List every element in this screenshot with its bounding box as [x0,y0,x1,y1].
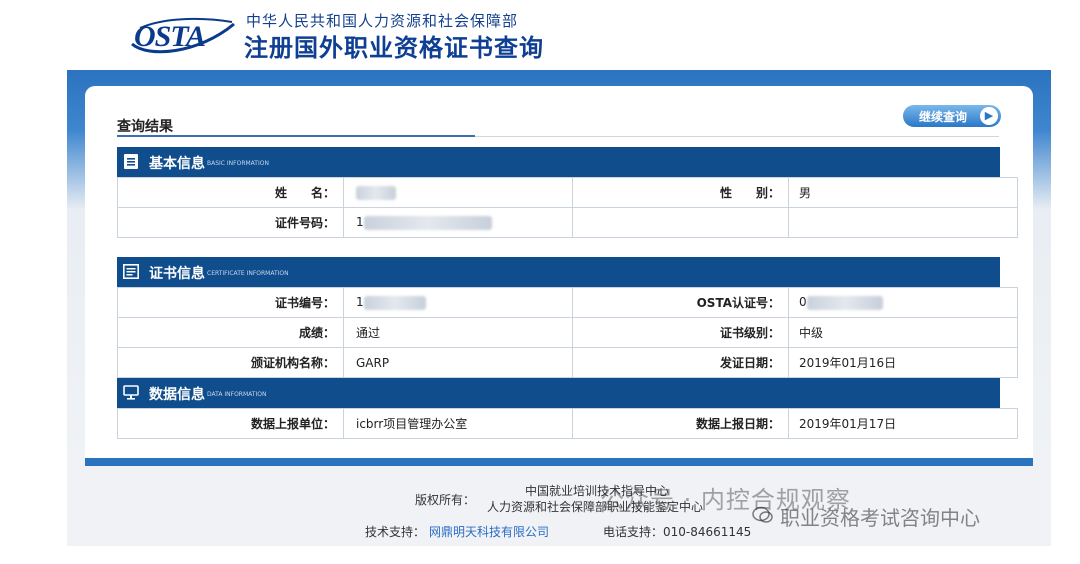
title-underline [117,135,475,137]
redacted-osta-no [806,295,883,310]
certificate-info-title: 证书信息 [149,266,205,282]
data-info-title: 数据信息 [149,387,205,403]
empty-cell [788,207,1018,238]
name-value [343,177,573,208]
report-unit-value: icbrr项目管理办公室 [343,408,573,439]
osta-no-label: OSTA认证号： [572,287,789,318]
certificate-info-header: 证书信息 CERTIFICATE INFORMATION [117,257,1000,287]
continue-query-button[interactable]: 继续查询 ▶ [903,105,1001,127]
basic-info-table: 姓 名： 性 别： 男 证件号码： 1 [117,177,1018,238]
issuer-value: GARP [343,347,573,378]
certificate-info-subtitle: CERTIFICATE INFORMATION [207,270,289,277]
table-row: 数据上报单位： icbrr项目管理办公室 数据上报日期： 2019年01月17日 [117,408,1018,439]
redacted-id [363,215,492,230]
data-info-table: 数据上报单位： icbrr项目管理办公室 数据上报日期： 2019年01月17日 [117,408,1018,439]
issuer-label: 颁证机构名称： [117,347,344,378]
gender-value: 男 [788,177,1018,208]
empty-cell [572,207,789,238]
osta-logo: OSTA [128,14,238,56]
table-row: 成绩： 通过 证书级别： 中级 [117,317,1018,348]
logo-text: OSTA [134,20,206,53]
basic-info-section: 基本信息 BASIC INFORMATION 姓 名： 性 别： 男 证件号码：… [117,147,1018,238]
table-row: 证书编号： 1 OSTA认证号： 0 [117,287,1018,318]
document-icon [124,154,138,169]
phone-support: 电话支持：010-84661145 [603,525,752,539]
arrow-right-icon: ▶ [980,107,998,125]
panel-bottom-bar [85,458,1033,466]
basic-info-subtitle: BASIC INFORMATION [207,160,269,167]
certificate-info-section: 证书信息 CERTIFICATE INFORMATION 证书编号： 1 OST… [117,257,1018,378]
name-label: 姓 名： [117,177,344,208]
site-header: OSTA 中华人民共和国人力资源和社会保障部 注册国外职业资格证书查询 [0,0,1080,70]
redacted-cert-no [363,295,426,310]
osta-no-value: 0 [788,287,1018,318]
redacted-name [356,185,396,200]
result-label: 成绩： [117,317,344,348]
data-info-section: 数据信息 DATA INFORMATION 数据上报单位： icbrr项目管理办… [117,378,1018,439]
tech-support-link[interactable]: 网鼎明天科技有限公司 [429,523,549,540]
basic-info-title: 基本信息 [149,156,205,172]
basic-info-header: 基本信息 BASIC INFORMATION [117,147,1000,177]
report-date-label: 数据上报日期： [572,408,789,439]
cert-no-value: 1 [343,287,573,318]
id-label: 证件号码： [117,207,344,238]
site-title: 注册国外职业资格证书查询 [244,34,544,62]
data-info-subtitle: DATA INFORMATION [207,391,267,398]
monitor-icon [123,385,139,400]
wechat-icon [752,506,773,523]
table-row: 证件号码： 1 [117,207,1018,238]
certificate-icon [123,264,139,279]
table-row: 姓 名： 性 别： 男 [117,177,1018,208]
cert-no-label: 证书编号： [117,287,344,318]
id-value: 1 [343,207,573,238]
copyright-label: 版权所有： [415,493,476,507]
table-row: 颁证机构名称： GARP 发证日期： 2019年01月16日 [117,347,1018,378]
result-panel: 查询结果 继续查询 ▶ 基本信息 BASIC INFORMATION 姓 名： … [85,86,1033,458]
level-label: 证书级别： [572,317,789,348]
gender-label: 性 别： [572,177,789,208]
result-title: 查询结果 [117,119,173,135]
watermark-subtext: 职业资格考试咨询中心 [780,506,980,530]
report-date-value: 2019年01月17日 [788,408,1018,439]
issue-date-label: 发证日期： [572,347,789,378]
issue-date-value: 2019年01月16日 [788,347,1018,378]
report-unit-label: 数据上报单位： [117,408,344,439]
tech-support-label: 技术支持： [365,525,426,539]
level-value: 中级 [788,317,1018,348]
result-value: 通过 [343,317,573,348]
continue-query-label: 继续查询 [919,110,968,124]
data-info-header: 数据信息 DATA INFORMATION [117,378,1000,408]
certificate-info-table: 证书编号： 1 OSTA认证号： 0 成绩： 通过 证书级别： 中级 颁证机构名… [117,287,1018,378]
